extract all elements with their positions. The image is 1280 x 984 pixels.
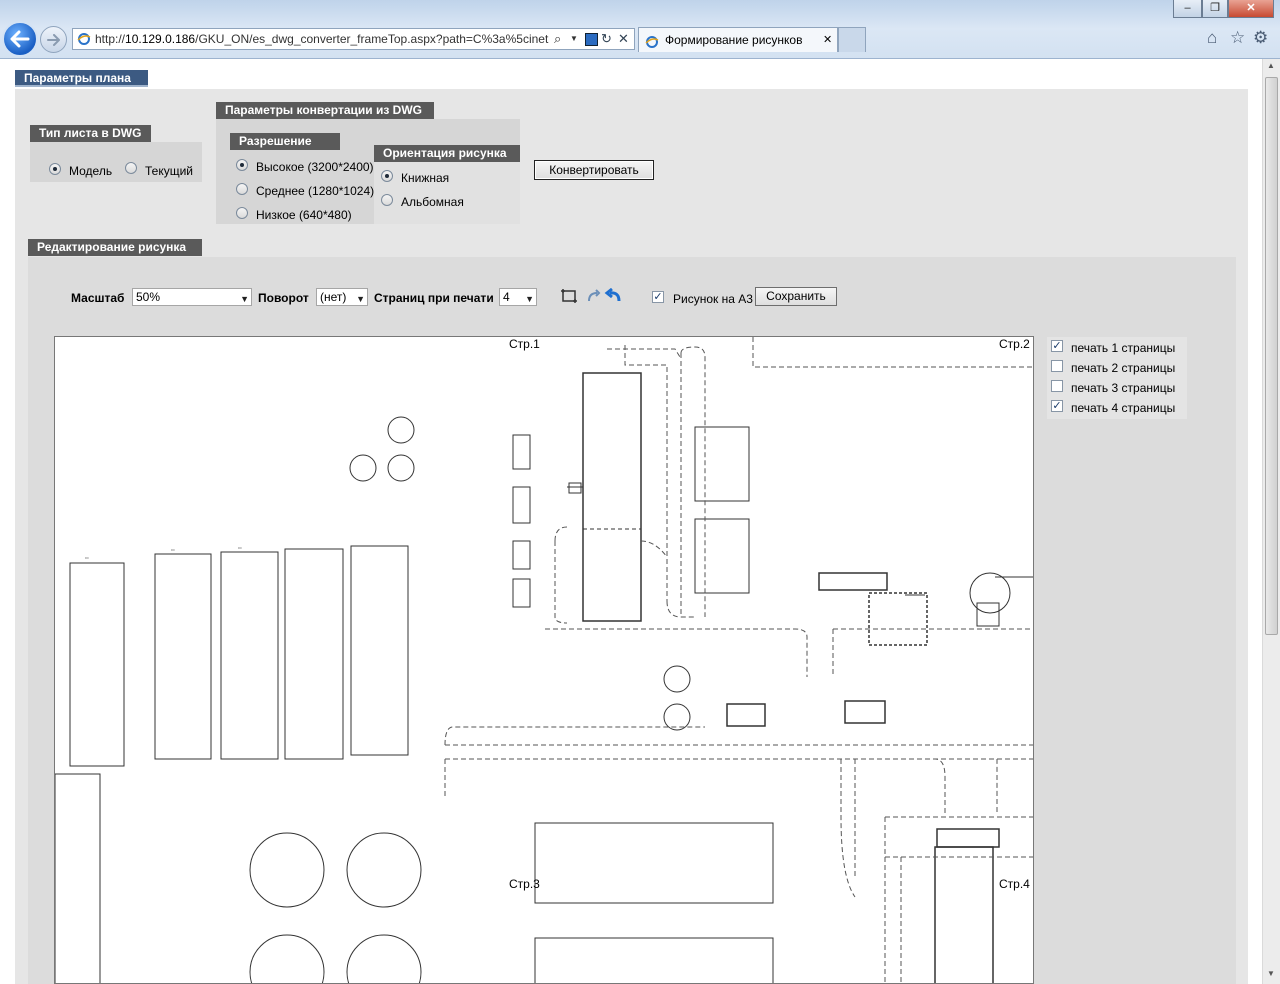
rotation-select[interactable]: (нет) ▼ bbox=[316, 288, 368, 306]
page-label-2: Стр.2 bbox=[999, 337, 1030, 351]
radio-current[interactable] bbox=[125, 162, 137, 174]
browser-chrome: – ❐ ✕ http://10.129.0.186/GKU_ON/es_dwg_… bbox=[0, 0, 1280, 59]
ie-page-icon bbox=[77, 32, 91, 46]
cad-drawing: ▭ ▭ ▭ bbox=[55, 337, 1033, 983]
address-path: /GKU_ON/es_dwg_converter_frameTop.aspx?p… bbox=[195, 32, 549, 46]
minimize-button[interactable]: – bbox=[1173, 0, 1202, 18]
refresh-icon[interactable]: ↻ bbox=[601, 29, 612, 49]
page-content: Параметры плана Тип листа в DWG Модель Т… bbox=[0, 59, 1262, 984]
back-arrow-icon bbox=[10, 30, 30, 48]
page-label-3: Стр.3 bbox=[509, 877, 540, 891]
address-host: 10.129.0.186 bbox=[125, 32, 196, 46]
address-prefix: http:// bbox=[95, 32, 126, 46]
chevron-down-icon: ▼ bbox=[525, 294, 534, 304]
print-page-3-label: печать 3 страницы bbox=[1071, 381, 1176, 395]
address-bar[interactable]: http://10.129.0.186/GKU_ON/es_dwg_conver… bbox=[72, 28, 635, 50]
svg-text:▭: ▭ bbox=[171, 547, 175, 552]
pages-label: Страниц при печати bbox=[374, 291, 494, 305]
orientation-group: Книжная Альбомная bbox=[374, 162, 520, 224]
scale-select[interactable]: 50% ▼ bbox=[132, 288, 252, 306]
chevron-down-icon: ▼ bbox=[356, 294, 365, 304]
scroll-up-arrow-icon[interactable]: ▲ bbox=[1267, 61, 1275, 70]
print-pages-group: ✓ печать 1 страницы печать 2 страницы пе… bbox=[1047, 337, 1187, 419]
convert-button[interactable]: Конвертировать bbox=[534, 160, 654, 180]
scale-value: 50% bbox=[136, 290, 161, 304]
new-tab-button[interactable] bbox=[838, 27, 866, 52]
print-page-3-checkbox[interactable] bbox=[1051, 380, 1063, 392]
tab-ie-icon bbox=[645, 33, 659, 48]
tab-title: Формирование рисунков bbox=[665, 33, 803, 47]
resolution-title: Разрешение bbox=[230, 133, 340, 150]
restore-button[interactable]: ❐ bbox=[1202, 0, 1228, 18]
radio-model-label: Модель bbox=[69, 164, 113, 178]
radio-model[interactable] bbox=[49, 163, 61, 175]
close-window-button[interactable]: ✕ bbox=[1228, 0, 1274, 18]
rotation-label: Поворот bbox=[258, 291, 309, 305]
radio-portrait[interactable] bbox=[381, 170, 393, 182]
plan-params-title: Параметры плана bbox=[15, 70, 148, 87]
drawing-canvas[interactable]: ▭ ▭ ▭ Стр.1 Стр.2 Стр.3 Стр.4 bbox=[54, 336, 1034, 984]
orientation-title: Ориентация рисунка bbox=[374, 145, 520, 162]
favorites-star-icon[interactable]: ☆ bbox=[1230, 28, 1245, 48]
print-page-2-checkbox[interactable] bbox=[1051, 360, 1063, 372]
forward-button[interactable] bbox=[40, 26, 67, 53]
print-page-4-label: печать 4 страницы bbox=[1071, 401, 1176, 415]
conversion-params-group: Разрешение Высокое (3200*2400) Среднее (… bbox=[216, 119, 520, 224]
scale-label: Масштаб bbox=[71, 291, 125, 305]
compatibility-icon[interactable] bbox=[585, 33, 598, 46]
search-icon[interactable]: ⌕ bbox=[554, 29, 561, 49]
radio-portrait-label: Книжная bbox=[401, 171, 450, 185]
a3-label: Рисунок на А3 bbox=[673, 292, 753, 306]
print-page-2-label: печать 2 страницы bbox=[1071, 361, 1176, 375]
a3-checkbox[interactable]: ✓ bbox=[652, 291, 664, 303]
radio-resolution-medium[interactable] bbox=[236, 183, 248, 195]
stop-icon[interactable]: ✕ bbox=[618, 29, 629, 49]
scroll-down-arrow-icon[interactable]: ▼ bbox=[1267, 969, 1275, 978]
save-button[interactable]: Сохранить bbox=[755, 287, 837, 306]
tab-active[interactable]: Формирование рисунков ✕ bbox=[638, 27, 838, 52]
redo-icon[interactable] bbox=[586, 288, 602, 304]
forward-arrow-icon bbox=[46, 33, 60, 46]
radio-resolution-low[interactable] bbox=[236, 207, 248, 219]
print-page-1-label: печать 1 страницы bbox=[1071, 341, 1176, 355]
radio-resolution-low-label: Низкое (640*480) bbox=[256, 208, 352, 222]
tab-close-icon[interactable]: ✕ bbox=[823, 28, 832, 52]
radio-resolution-high-label: Высокое (3200*2400) bbox=[256, 160, 374, 174]
page-label-4: Стр.4 bbox=[999, 877, 1030, 891]
dropdown-arrow-icon[interactable]: ▼ bbox=[570, 29, 578, 49]
editing-title: Редактирование рисунка bbox=[28, 239, 202, 256]
print-page-1-checkbox[interactable]: ✓ bbox=[1051, 340, 1063, 352]
sheet-type-title: Тип листа в DWG bbox=[30, 125, 151, 142]
svg-text:▭: ▭ bbox=[85, 555, 89, 560]
home-icon[interactable]: ⌂ bbox=[1207, 28, 1217, 48]
rotation-value: (нет) bbox=[320, 290, 347, 304]
conversion-params-title: Параметры конвертации из DWG bbox=[216, 102, 434, 119]
print-page-4-checkbox[interactable]: ✓ bbox=[1051, 400, 1063, 412]
scroll-thumb[interactable] bbox=[1265, 77, 1278, 635]
radio-resolution-high[interactable] bbox=[236, 159, 248, 171]
sheet-type-group: Модель Текущий bbox=[30, 142, 202, 182]
radio-resolution-medium-label: Среднее (1280*1024) bbox=[256, 184, 375, 198]
radio-landscape[interactable] bbox=[381, 194, 393, 206]
back-button[interactable] bbox=[2, 21, 38, 57]
page-label-1: Стр.1 bbox=[509, 337, 540, 351]
radio-landscape-label: Альбомная bbox=[401, 195, 464, 209]
tools-gear-icon[interactable]: ⚙ bbox=[1253, 28, 1268, 48]
undo-icon[interactable] bbox=[604, 287, 622, 304]
crop-icon[interactable] bbox=[560, 288, 578, 304]
chevron-down-icon: ▼ bbox=[240, 294, 249, 304]
pages-select[interactable]: 4 ▼ bbox=[499, 288, 537, 306]
pages-value: 4 bbox=[503, 290, 510, 304]
radio-current-label: Текущий bbox=[145, 164, 193, 178]
svg-text:▭: ▭ bbox=[238, 545, 242, 550]
vertical-scrollbar[interactable]: ▲ ▼ bbox=[1262, 59, 1280, 984]
